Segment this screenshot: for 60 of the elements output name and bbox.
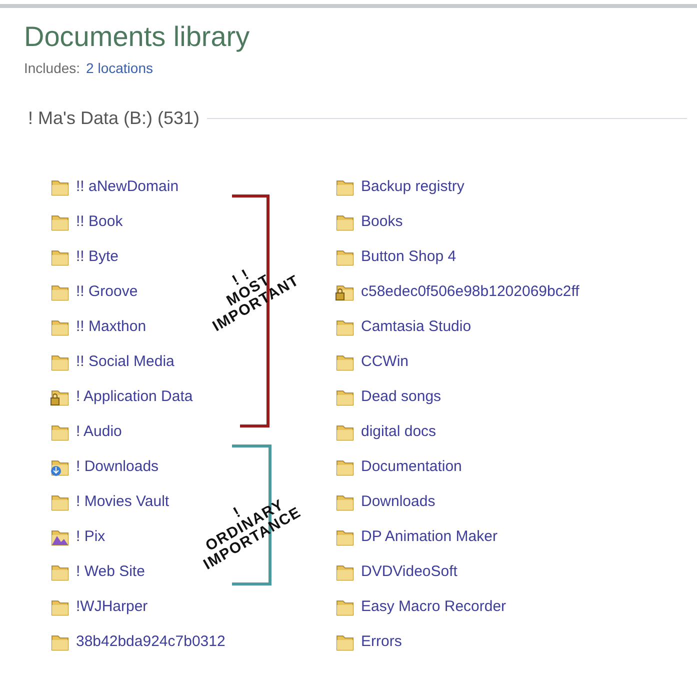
folder-name[interactable]: Camtasia Studio: [361, 316, 472, 339]
locked-folder-icon: [335, 282, 355, 302]
folder-name[interactable]: !! aNewDomain: [76, 176, 179, 199]
folder-name[interactable]: ! Pix: [76, 526, 106, 549]
folder-icon: [50, 422, 70, 442]
folder-name[interactable]: !! Maxthon: [76, 316, 146, 339]
folder-name[interactable]: !! Social Media: [76, 351, 174, 374]
folder-icon: [50, 352, 70, 372]
folder-name[interactable]: ! Audio: [76, 421, 122, 444]
folder-icon: [50, 248, 70, 268]
folder-name[interactable]: !! Groove: [76, 281, 138, 304]
folder-name[interactable]: ! Downloads: [76, 456, 159, 479]
folder-name[interactable]: ! Application Data: [76, 386, 193, 409]
folder-name[interactable]: !WJHarper: [76, 596, 148, 619]
folder-icon: [50, 632, 70, 652]
group-header[interactable]: ! Ma's Data (B:) (531): [28, 105, 200, 132]
locations-link[interactable]: 2 locations: [86, 58, 153, 79]
folder-name[interactable]: DVDVideoSoft: [361, 561, 458, 584]
folder-name[interactable]: Errors: [361, 631, 402, 654]
folder-name[interactable]: c58edec0f506e98b1202069bc2ff: [361, 281, 580, 304]
folder-icon: [335, 562, 355, 582]
folder-name[interactable]: 38b42bda924c7b0312: [76, 631, 226, 654]
folder-icon: [50, 178, 70, 198]
folder-name[interactable]: Backup registry: [361, 176, 464, 199]
folder-name[interactable]: ! Movies Vault: [76, 491, 170, 514]
folder-icon: [50, 282, 70, 302]
folder-name[interactable]: ! Web Site: [76, 561, 145, 584]
folder-icon: [335, 178, 355, 198]
folder-icon: [335, 458, 355, 478]
folder-icon: [50, 562, 70, 582]
folder-name[interactable]: Documentation: [361, 456, 462, 479]
folder-name[interactable]: Button Shop 4: [361, 246, 456, 269]
folder-icon: [335, 388, 355, 408]
folder-icon: [50, 492, 70, 512]
folder-name[interactable]: !! Book: [76, 211, 123, 234]
includes-label: Includes:: [24, 59, 80, 78]
folder-icon: [50, 212, 70, 232]
picture-folder-icon: [50, 528, 70, 548]
folder-name[interactable]: !! Byte: [76, 246, 119, 269]
folder-icon: [335, 492, 355, 512]
folder-icon: [335, 352, 355, 372]
folder-icon: [50, 598, 70, 618]
folder-icon: [335, 318, 355, 338]
folder-name[interactable]: DP Animation Maker: [361, 526, 498, 549]
download-folder-icon: [50, 458, 70, 478]
folder-icon: [335, 598, 355, 618]
folder-icon: [335, 632, 355, 652]
locked-folder-icon: [50, 388, 70, 408]
folder-icon: [335, 528, 355, 548]
library-title: Documents library: [24, 20, 251, 54]
folder-icon: [335, 212, 355, 232]
folder-name[interactable]: digital docs: [361, 421, 436, 444]
folder-name[interactable]: Easy Macro Recorder: [361, 596, 506, 619]
folder-name[interactable]: Downloads: [361, 491, 436, 514]
folder-icon: [335, 248, 355, 268]
folder-name[interactable]: Dead songs: [361, 386, 442, 409]
folder-name[interactable]: CCWin: [361, 351, 408, 374]
folder-icon: [50, 318, 70, 338]
folder-name[interactable]: Books: [361, 211, 403, 234]
folder-icon: [335, 422, 355, 442]
